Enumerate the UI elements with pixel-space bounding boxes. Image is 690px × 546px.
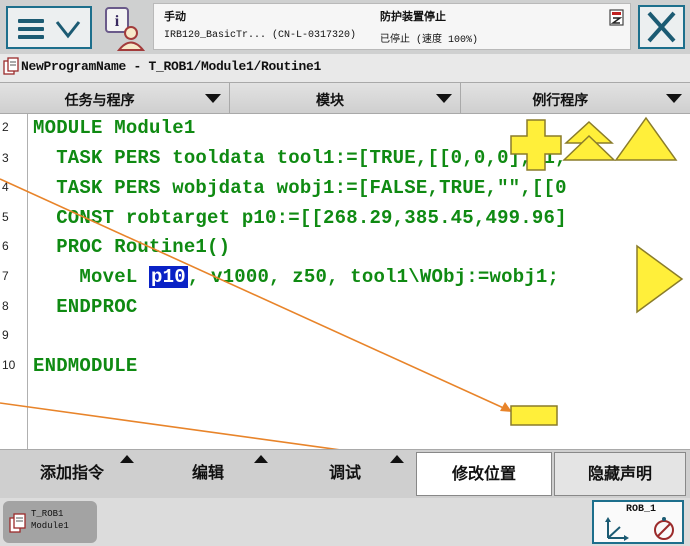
dropdown-arrow-icon xyxy=(205,94,222,103)
tab-tasks-and-programs[interactable]: 任务与程序 xyxy=(0,83,231,113)
code-line-movel[interactable]: MoveL p10, v1000, z50, tool1\WObj:=wobj1… xyxy=(33,266,559,288)
button-label: 编辑 xyxy=(191,465,224,482)
edit-button[interactable]: 编辑 xyxy=(140,452,276,496)
info-person-icon[interactable]: i xyxy=(101,5,147,51)
status-indicator-icon xyxy=(609,9,624,26)
line-number: 7 xyxy=(2,269,9,283)
operating-mode: 手动 xyxy=(164,11,186,23)
caret-up-icon xyxy=(254,455,268,463)
caret-up-icon xyxy=(120,455,134,463)
code-text: , v1000, z50, tool1\WObj:=wobj1; xyxy=(187,266,560,288)
main-menu-button[interactable] xyxy=(6,6,92,49)
tab-label: 模块 xyxy=(315,92,344,108)
svg-text:i: i xyxy=(115,13,120,30)
tab-modules[interactable]: 模块 xyxy=(230,83,461,113)
guard-status: 防护装置停止 xyxy=(380,11,446,23)
line-number: 10 xyxy=(2,358,16,372)
code-line[interactable]: PROC Routine1() xyxy=(33,236,230,258)
editor-tab-header: 任务与程序 模块 例行程序 xyxy=(0,82,690,114)
robot-label: ROB_1 xyxy=(626,504,657,515)
debug-button[interactable]: 调试 xyxy=(276,452,414,496)
code-line[interactable]: CONST robtarget p10:=[[268.29,385.45,499… xyxy=(33,207,567,229)
command-bar: 添加指令 编辑 调试 修改位置 隐藏声明 xyxy=(0,449,690,498)
program-file-icon xyxy=(9,513,26,533)
code-line[interactable]: ENDMODULE xyxy=(33,355,137,377)
caret-up-icon xyxy=(390,455,404,463)
program-path-bar: NewProgramName - T_ROB1/Module1/Routine1 xyxy=(0,54,690,82)
button-label: 修改位置 xyxy=(451,466,516,483)
chevron-down-icon xyxy=(55,21,81,39)
line-number: 3 xyxy=(2,151,9,165)
tool-target-icon xyxy=(654,517,674,540)
code-line[interactable]: TASK PERS tooldata tool1:=[TRUE,[[0,0,0]… xyxy=(33,147,567,169)
taskbar: T_ROB1 Module1 ROB_1 xyxy=(0,498,690,546)
line-number: 5 xyxy=(2,210,9,224)
system-name: IRB120_BasicTr... (CN-L-0317320) xyxy=(164,30,357,41)
code-line[interactable]: ENDPROC xyxy=(33,296,137,318)
line-number: 2 xyxy=(2,120,9,134)
add-instruction-button[interactable]: 添加指令 xyxy=(4,452,140,496)
program-file-icon xyxy=(3,57,19,75)
line-number: 9 xyxy=(2,328,9,342)
tab-label: 例行程序 xyxy=(532,92,589,108)
hamburger-icon xyxy=(18,19,44,39)
code-line[interactable]: TASK PERS wobjdata wobj1:=[FALSE,TRUE,""… xyxy=(33,177,567,199)
modify-position-button[interactable]: 修改位置 xyxy=(416,452,552,496)
selected-token[interactable]: p10 xyxy=(149,266,188,288)
button-label: 隐藏声明 xyxy=(587,466,652,483)
minus-icon[interactable] xyxy=(510,405,558,426)
task-label: T_ROB1 Module1 xyxy=(31,509,69,531)
code-editor[interactable]: 2 3 4 5 6 7 8 9 10 MODULE Module1 TASK P… xyxy=(0,114,690,449)
close-x-icon xyxy=(647,11,676,43)
coordinate-axes-icon xyxy=(605,517,629,541)
program-path: NewProgramName - T_ROB1/Module1/Routine1 xyxy=(21,59,322,74)
code-text: MoveL xyxy=(33,266,150,288)
dropdown-arrow-icon xyxy=(435,94,452,103)
status-panel[interactable]: 手动 IRB120_BasicTr... (CN-L-0317320) 防护装置… xyxy=(153,3,631,50)
close-button[interactable] xyxy=(638,5,685,49)
code-line[interactable]: MODULE Module1 xyxy=(33,117,195,139)
quickset-robot-button[interactable]: ROB_1 xyxy=(592,500,684,544)
top-bar: i 手动 IRB120_BasicTr... (CN-L-0317320) 防护… xyxy=(0,0,690,54)
dropdown-arrow-icon xyxy=(665,94,682,103)
run-state: 已停止 (速度 100%) xyxy=(380,35,479,46)
line-number: 8 xyxy=(2,299,9,313)
line-number: 6 xyxy=(2,239,9,253)
line-number: 4 xyxy=(2,180,9,194)
button-label: 调试 xyxy=(328,465,361,482)
tab-label: 任务与程序 xyxy=(64,92,135,108)
hide-declarations-button[interactable]: 隐藏声明 xyxy=(554,452,686,496)
tab-routines[interactable]: 例行程序 xyxy=(460,83,690,113)
button-label: 添加指令 xyxy=(39,465,104,482)
program-editor-task[interactable]: T_ROB1 Module1 xyxy=(3,501,97,543)
line-number-gutter: 2 3 4 5 6 7 8 9 10 xyxy=(0,114,28,449)
